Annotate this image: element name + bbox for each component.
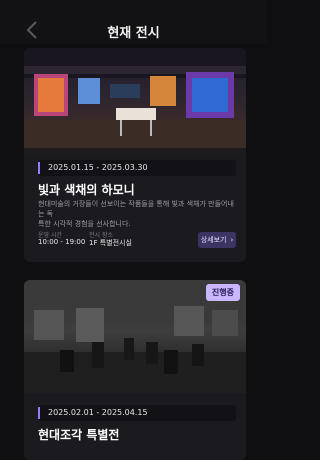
exhibition-card[interactable]: 2025.01.15 - 2025.03.30 빛과 색채의 하모니 현대미술의… [24, 48, 246, 262]
card-title: 현대조각 특별전 [38, 428, 120, 442]
date-range: 2025.02.01 - 2025.04.15 [38, 405, 236, 421]
hours-value: 10:00 - 19:00 [38, 238, 86, 246]
accent-bar [38, 407, 40, 419]
exhibition-card[interactable]: 진행중 2025.02.01 - 2025.04.15 현대조각 특별전 [24, 280, 246, 460]
detail-button[interactable]: 상세보기 › [198, 232, 236, 248]
location-value: 1F 특별전시실 [89, 239, 132, 247]
card-title: 빛과 색채의 하모니 [38, 183, 135, 197]
gallery-illustration [24, 48, 246, 156]
date-range: 2025.01.15 - 2025.03.30 [38, 160, 236, 176]
page-title: 현재 전시 [107, 26, 160, 41]
chevron-right-icon: › [230, 236, 234, 244]
status-badge: 진행중 [205, 284, 240, 301]
accent-bar [38, 162, 40, 174]
app-header: 현재 전시 [0, 0, 267, 44]
exhibition-image [24, 48, 246, 156]
card-description: 현대미술의 거장들이 선보이는 작품들을 통해 빛과 색채가 만들어내는 독 특… [38, 200, 234, 228]
